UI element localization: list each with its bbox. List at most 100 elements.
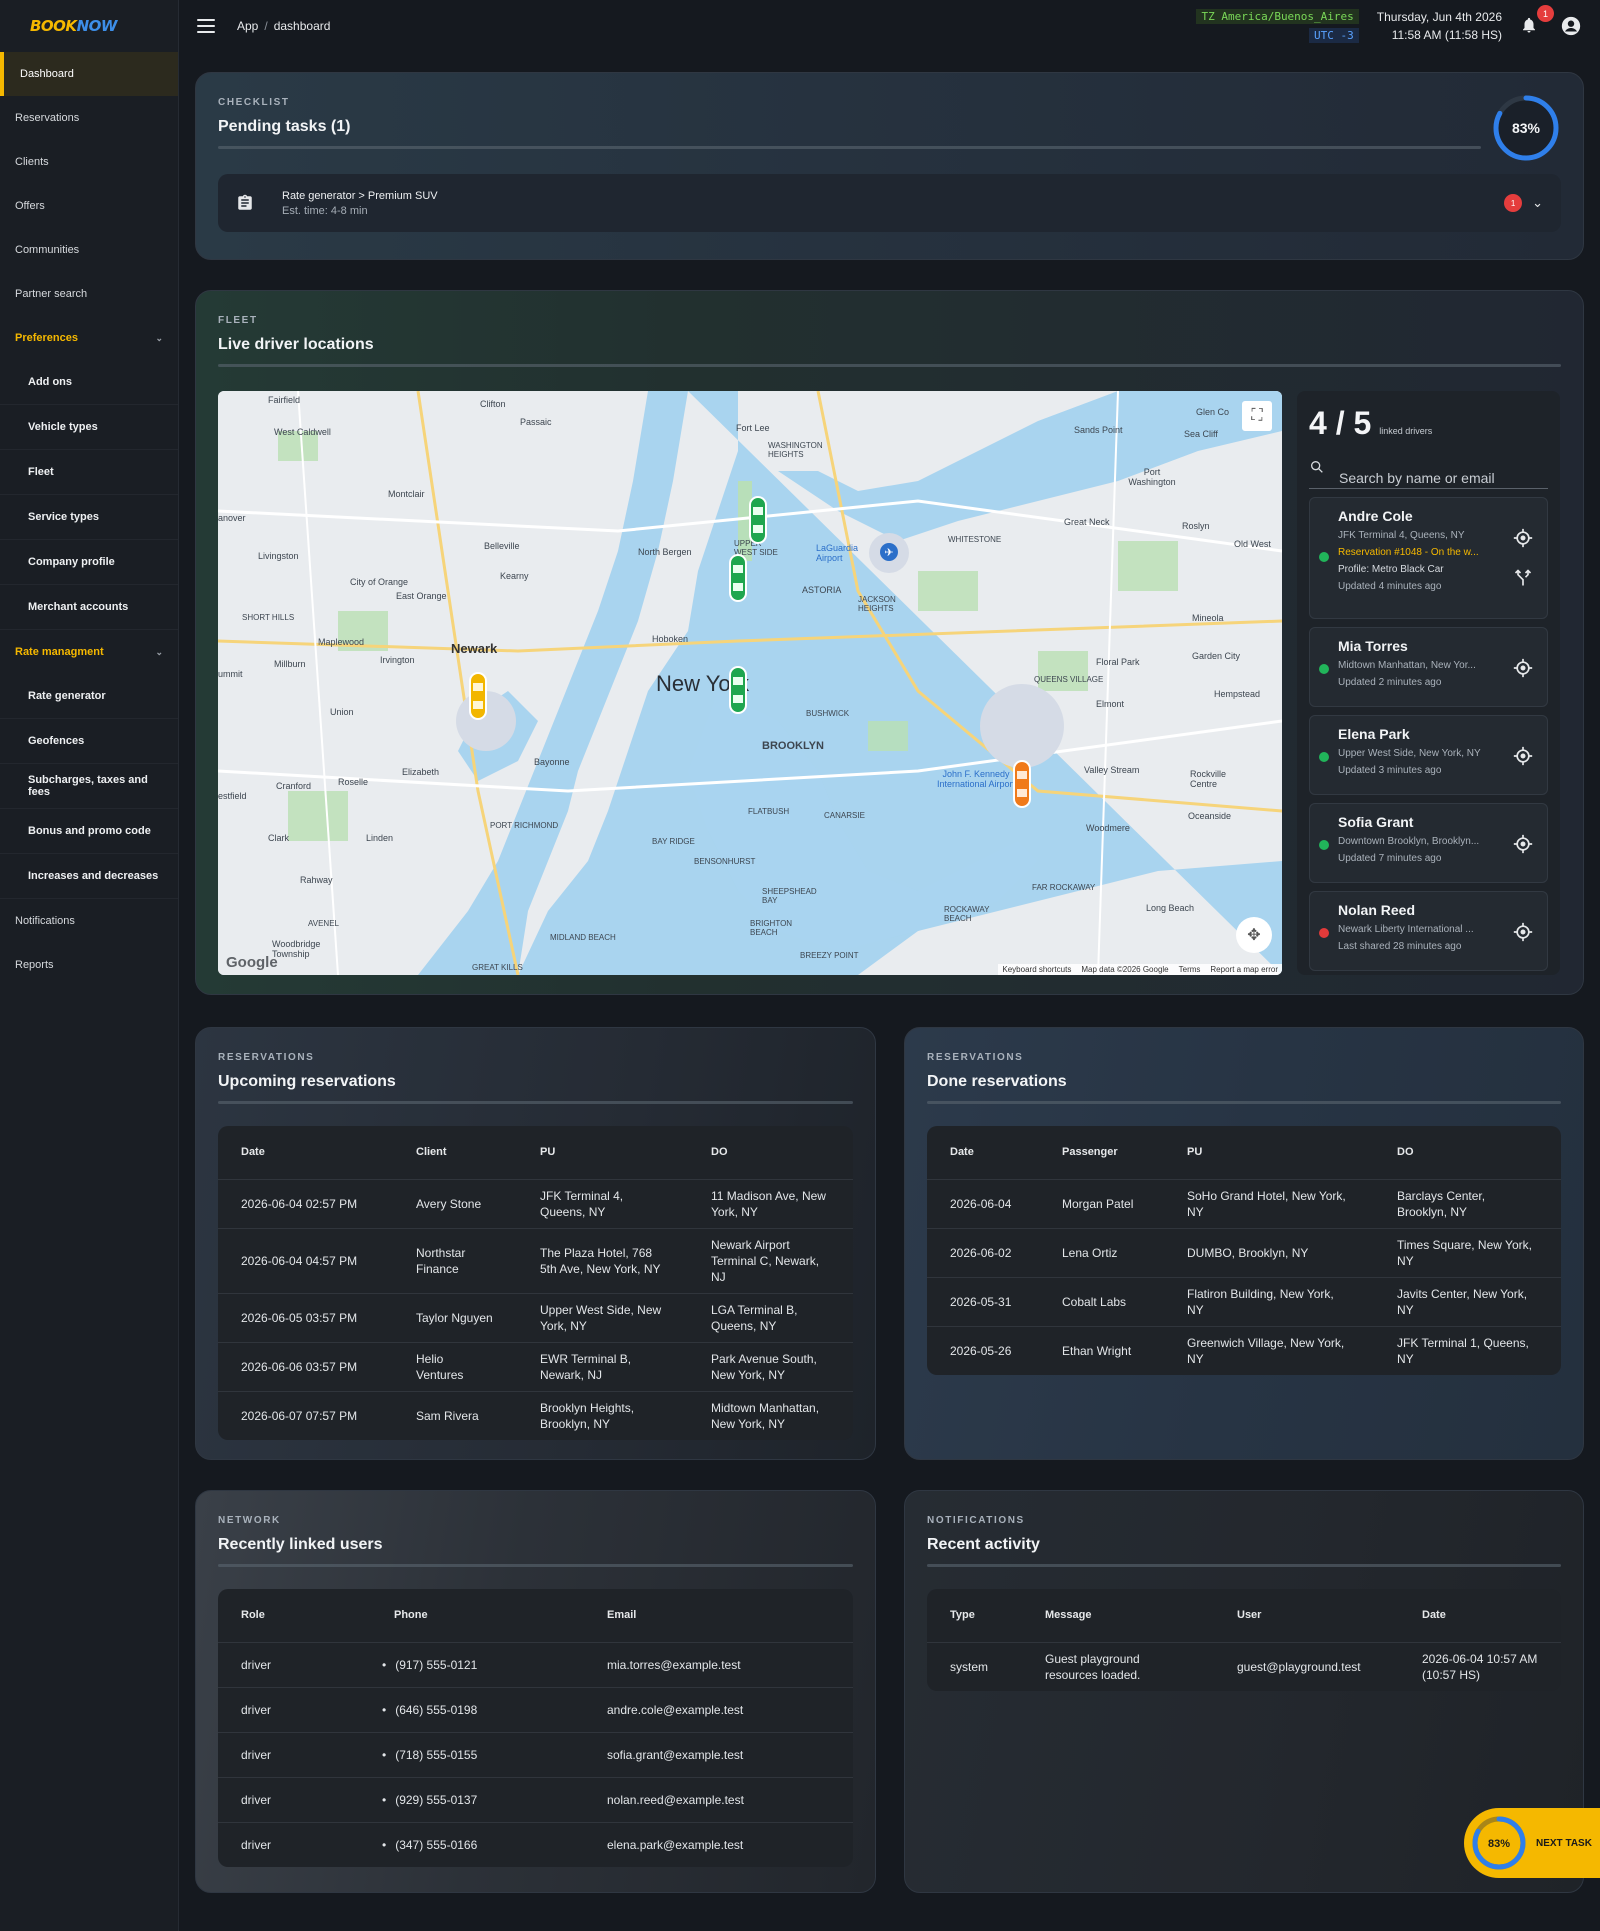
column-header-pu[interactable]: PU <box>517 1126 688 1180</box>
cell-pu: Greenwich Village, New York, NY <box>1187 1335 1345 1366</box>
cell-pu: SoHo Grand Hotel, New York, NY <box>1164 1179 1374 1229</box>
route-icon[interactable] <box>1513 568 1533 588</box>
table-row[interactable]: 2026-06-05 03:57 PM Taylor Nguyen Upper We… <box>218 1293 853 1343</box>
table-row[interactable]: driver(646) 555-0198andre.cole@example.t… <box>218 1687 853 1733</box>
driver-card[interactable]: Elena Park Upper West Side, New York, NY… <box>1309 715 1548 795</box>
sidebar-item-preferences[interactable]: Preferences ⌄ <box>0 316 178 360</box>
sidebar-item-add-ons[interactable]: Add ons <box>0 360 178 405</box>
next-task-button[interactable]: 83% NEXT TASK <box>1464 1808 1600 1878</box>
column-header-passenger[interactable]: Passenger <box>1039 1126 1164 1180</box>
network-card: NETWORK Recently linked users Role Phone… <box>195 1490 876 1893</box>
sidebar-item-notifications[interactable]: Notifications <box>0 899 178 943</box>
notifications-button[interactable]: 1 <box>1520 5 1554 37</box>
cell-date: 2026-06-05 03:57 PM <box>218 1293 393 1343</box>
chevron-down-icon: ⌄ <box>155 332 163 343</box>
table-row[interactable]: 2026-06-04 04:57 PM Northstar Finance The … <box>218 1228 853 1294</box>
driver-card[interactable]: Sofia Grant Downtown Brooklyn, Brooklyn.… <box>1309 803 1548 883</box>
sidebar-item-fleet[interactable]: Fleet <box>0 450 178 495</box>
sidebar-item-geofences[interactable]: Geofences <box>0 719 178 764</box>
sidebar-item-rate-managment[interactable]: Rate managment ⌄ <box>0 630 178 674</box>
breadcrumb-app[interactable]: App <box>237 19 258 33</box>
map-label-bensonhurst: BENSONHURST <box>694 857 756 866</box>
report-map-error-link[interactable]: Report a map error <box>1210 965 1278 974</box>
sidebar-item-company-profile[interactable]: Company profile <box>0 540 178 585</box>
table-row[interactable]: system Guest playground resources loaded.… <box>927 1642 1561 1691</box>
sidebar-item-increases-decreases[interactable]: Increases and decreases <box>0 854 178 899</box>
locate-icon[interactable] <box>1513 922 1533 942</box>
sidebar-item-reservations[interactable]: Reservations <box>0 96 178 140</box>
column-header-user[interactable]: User <box>1214 1589 1399 1643</box>
table-row[interactable]: driver(917) 555-0121mia.torres@example.t… <box>218 1642 853 1688</box>
table-row[interactable]: driver(929) 555-0137nolan.reed@example.t… <box>218 1777 853 1823</box>
column-header-date[interactable]: Date <box>927 1126 1039 1180</box>
account-icon[interactable] <box>1560 15 1582 37</box>
sidebar-item-subcharges[interactable]: Subcharges, taxes and fees <box>0 764 178 809</box>
sidebar-item-rate-generator[interactable]: Rate generator <box>0 674 178 719</box>
cell-passenger: Lena Ortiz <box>1039 1228 1164 1278</box>
locate-icon[interactable] <box>1513 746 1533 766</box>
keyboard-shortcuts-link[interactable]: Keyboard shortcuts <box>1002 965 1071 974</box>
sidebar-item-service-types[interactable]: Service types <box>0 495 178 540</box>
column-header-phone[interactable]: Phone <box>371 1589 584 1643</box>
menu-icon[interactable] <box>197 19 215 33</box>
table-row[interactable]: 2026-06-06 03:57 PM Helio Ventures EWR Ter… <box>218 1342 853 1392</box>
table-row[interactable]: 2026-06-04 Morgan Patel SoHo Grand Hotel, … <box>927 1179 1561 1229</box>
cell-date: 2026-06-04 04:57 PM <box>218 1228 393 1294</box>
driver-search-input[interactable]: Search by name or email <box>1309 454 1548 489</box>
cell-pu: Brooklyn Heights, Brooklyn, NY <box>540 1400 635 1431</box>
driver-card[interactable]: Andre Cole JFK Terminal 4, Queens, NY Re… <box>1309 497 1548 619</box>
brand-logo[interactable]: BOOKNOW <box>0 0 178 52</box>
sidebar-item-vehicle-types[interactable]: Vehicle types <box>0 405 178 450</box>
driver-marker-green[interactable] <box>728 553 748 603</box>
locate-icon[interactable] <box>1513 658 1533 678</box>
sidebar-item-reports[interactable]: Reports <box>0 943 178 987</box>
column-header-role[interactable]: Role <box>218 1589 371 1643</box>
locate-icon[interactable] <box>1513 528 1533 548</box>
driver-card[interactable]: Nolan Reed Newark Liberty International … <box>1309 891 1548 971</box>
column-header-pu[interactable]: PU <box>1164 1126 1374 1180</box>
sidebar-item-partner-search[interactable]: Partner search <box>0 272 178 316</box>
column-header-date[interactable]: Date <box>218 1126 393 1180</box>
sidebar-item-merchant-accounts[interactable]: Merchant accounts <box>0 585 178 630</box>
column-header-client[interactable]: Client <box>393 1126 517 1180</box>
cell-date: 2026-06-04 <box>927 1179 1039 1229</box>
sidebar-item-dashboard[interactable]: Dashboard <box>0 52 178 96</box>
sidebar-item-communities[interactable]: Communities <box>0 228 178 272</box>
table-row[interactable]: 2026-05-26 Ethan Wright Greenwich Village,… <box>927 1326 1561 1375</box>
driver-marker-green[interactable] <box>748 495 768 545</box>
cell-pu: DUMBO, Brooklyn, NY <box>1164 1228 1374 1278</box>
cell-pu: JFK Terminal 4, Queens, NY <box>517 1179 688 1229</box>
driver-marker-green[interactable] <box>728 665 748 715</box>
map-label-hanover: anover <box>218 513 246 523</box>
task-row[interactable]: Rate generator > Premium SUV Est. time: … <box>218 174 1561 232</box>
driver-marker-orange[interactable] <box>1012 759 1032 809</box>
table-row[interactable]: 2026-06-02 Lena Ortiz DUMBO, Brooklyn, NY T… <box>927 1228 1561 1278</box>
table-row[interactable]: 2026-06-07 07:57 PM Sam Rivera Brooklyn He… <box>218 1391 853 1440</box>
driver-marker-yellow[interactable] <box>468 671 488 721</box>
locate-icon[interactable] <box>1513 834 1533 854</box>
chevron-down-icon[interactable]: ⌄ <box>1532 195 1543 211</box>
column-header-do[interactable]: DO <box>1374 1126 1561 1180</box>
column-header-email[interactable]: Email <box>584 1589 853 1643</box>
pan-control-button[interactable]: ✥ <box>1236 917 1272 953</box>
sidebar-item-offers[interactable]: Offers <box>0 184 178 228</box>
driver-card[interactable]: Mia Torres Midtown Manhattan, New Yor...… <box>1309 627 1548 707</box>
fullscreen-icon: ⛶ <box>1251 407 1263 424</box>
sidebar-item-bonus-promo[interactable]: Bonus and promo code <box>0 809 178 854</box>
table-row[interactable]: driver(718) 555-0155sofia.grant@example.… <box>218 1732 853 1778</box>
driver-updated: Updated 3 minutes ago <box>1338 765 1442 776</box>
column-header-date[interactable]: Date <box>1399 1589 1561 1643</box>
table-row[interactable]: driver (347) 555-0166 elena.park@example.t… <box>218 1822 853 1867</box>
table-row[interactable]: 2026-05-31 Cobalt Labs Flatiron Building, … <box>927 1277 1561 1327</box>
column-header-message[interactable]: Message <box>1022 1589 1214 1643</box>
table-row[interactable]: 2026-06-04 02:57 PM Avery Stone JFK Termin… <box>218 1179 853 1229</box>
clipboard-icon <box>238 194 252 210</box>
sidebar-item-clients[interactable]: Clients <box>0 140 178 184</box>
driver-map[interactable]: New York Newark BROOKLYN LaGuardia Airpo… <box>218 391 1282 975</box>
column-header-do[interactable]: DO <box>688 1126 853 1180</box>
terms-link[interactable]: Terms <box>1179 965 1201 974</box>
brand-logo-text: BOOKNOW <box>30 17 117 35</box>
driver-updated: Updated 2 minutes ago <box>1338 677 1442 688</box>
fullscreen-button[interactable]: ⛶ <box>1242 401 1272 431</box>
column-header-type[interactable]: Type <box>927 1589 1022 1643</box>
